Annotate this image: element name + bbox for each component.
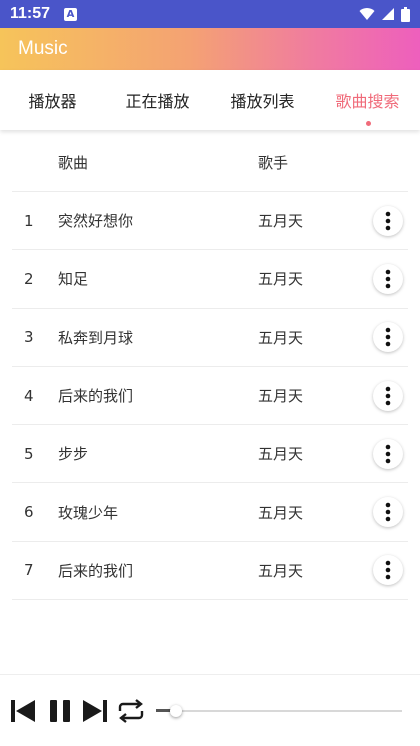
more-vert-icon <box>385 269 391 289</box>
table-row[interactable]: 5 步步 五月天 <box>12 425 408 484</box>
pause-icon <box>50 699 70 722</box>
notification-icon: A <box>64 7 78 21</box>
more-options-button[interactable] <box>373 555 403 586</box>
table-row[interactable]: 1 突然好想你 五月天 <box>12 192 408 251</box>
row-song: 步步 <box>58 445 89 464</box>
more-vert-icon <box>385 444 391 464</box>
row-song: 知足 <box>58 270 89 289</box>
app-title: Music <box>18 38 68 59</box>
more-options-button[interactable] <box>373 205 403 236</box>
row-number: 7 <box>24 561 34 580</box>
row-song: 私奔到月球 <box>58 328 134 347</box>
tab-label: 播放器 <box>28 92 77 111</box>
seek-thumb[interactable] <box>169 704 182 717</box>
tab-label: 正在播放 <box>125 92 190 111</box>
header-artist: 歌手 <box>258 154 289 172</box>
signal-icon <box>382 8 394 20</box>
repeat-button[interactable] <box>116 698 146 724</box>
tab-label: 歌曲搜索 <box>335 92 400 111</box>
row-number: 1 <box>24 211 34 230</box>
row-number: 4 <box>24 386 34 405</box>
more-vert-icon <box>385 211 391 230</box>
pause-button[interactable] <box>48 698 72 724</box>
more-options-button[interactable] <box>373 438 403 469</box>
row-artist: 五月天 <box>258 328 304 347</box>
tab-now-playing[interactable]: 正在播放 <box>105 70 210 130</box>
seek-track <box>156 709 402 712</box>
row-artist: 五月天 <box>258 270 304 289</box>
row-artist: 五月天 <box>258 561 304 580</box>
table-row[interactable]: 7 后来的我们 五月天 <box>12 542 408 601</box>
skip-previous-icon <box>11 699 35 722</box>
table-row[interactable]: 2 知足 五月天 <box>12 250 408 309</box>
more-vert-icon <box>385 561 391 580</box>
row-song: 后来的我们 <box>58 387 134 406</box>
status-time: 11:57 <box>10 5 51 22</box>
row-number: 6 <box>24 503 34 522</box>
tab-song-search[interactable]: 歌曲搜索 <box>315 70 420 130</box>
row-song: 玫瑰少年 <box>58 503 119 522</box>
table-row[interactable]: 6 玫瑰少年 五月天 <box>12 483 408 542</box>
table-row[interactable]: 3 私奔到月球 五月天 <box>12 309 408 367</box>
row-song: 突然好想你 <box>58 212 134 231</box>
status-bar: 11:57 A <box>0 0 420 28</box>
more-vert-icon <box>385 502 391 522</box>
battery-icon <box>401 6 410 22</box>
seek-bar[interactable] <box>156 701 402 721</box>
tab-bar: 播放器 正在播放 播放列表 歌曲搜索 <box>0 70 420 130</box>
more-options-button[interactable] <box>373 263 403 294</box>
more-options-button[interactable] <box>373 322 403 353</box>
tab-label: 播放列表 <box>230 92 295 111</box>
player-bar <box>0 674 420 746</box>
repeat-icon <box>118 698 144 723</box>
row-artist: 五月天 <box>258 387 304 406</box>
tab-playlist[interactable]: 播放列表 <box>210 70 315 130</box>
song-table: 歌曲 歌手 1 突然好想你 五月天 2 知足 五月天 3 私奔到月球 五月天 4… <box>12 134 408 601</box>
header-song: 歌曲 <box>58 154 89 172</box>
previous-button[interactable] <box>10 698 36 724</box>
row-artist: 五月天 <box>258 445 304 464</box>
row-song: 后来的我们 <box>58 561 134 580</box>
row-artist: 五月天 <box>258 503 304 522</box>
next-button[interactable] <box>82 698 108 724</box>
row-number: 2 <box>24 269 34 288</box>
more-options-button[interactable] <box>373 380 403 411</box>
wifi-icon <box>359 8 375 20</box>
more-options-button[interactable] <box>373 497 403 528</box>
table-row[interactable]: 4 后来的我们 五月天 <box>12 367 408 426</box>
row-number: 5 <box>24 444 34 463</box>
more-vert-icon <box>385 327 391 347</box>
skip-next-icon <box>83 699 107 722</box>
status-indicators <box>359 6 410 22</box>
more-vert-icon <box>385 386 391 405</box>
active-tab-indicator <box>365 121 371 126</box>
row-artist: 五月天 <box>258 212 304 231</box>
tab-player[interactable]: 播放器 <box>0 70 105 130</box>
app-bar: Music <box>0 28 420 70</box>
table-header: 歌曲 歌手 <box>12 134 408 192</box>
row-number: 3 <box>24 328 34 347</box>
